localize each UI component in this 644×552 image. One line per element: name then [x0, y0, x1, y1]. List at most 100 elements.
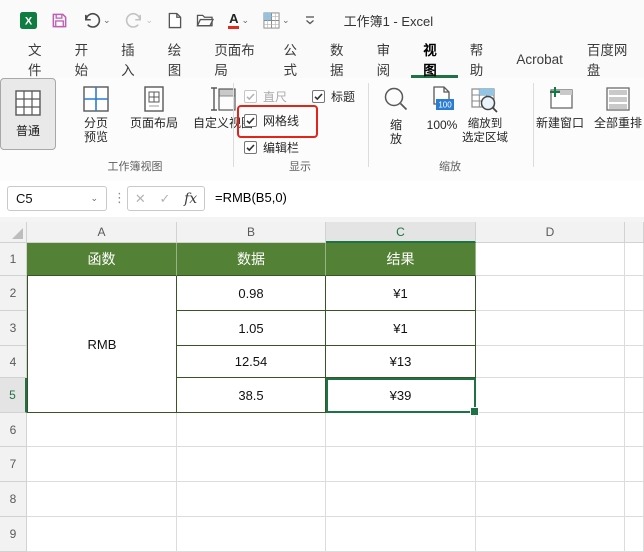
row-header-1[interactable]: 1 [0, 243, 27, 276]
cell-e9[interactable] [625, 517, 644, 552]
zoom-to-selection-button[interactable]: 缩放到 选定区域 [458, 86, 512, 146]
column-header-c[interactable]: C [326, 222, 476, 243]
row-header-2[interactable]: 2 [0, 276, 27, 311]
customize-qat-button[interactable] [304, 14, 316, 26]
group-label-workbook-views: 工作簿视图 [107, 161, 163, 173]
cell-d9[interactable] [476, 517, 625, 552]
new-file-button[interactable] [167, 12, 182, 29]
cell-b2[interactable]: 0.98 [177, 276, 326, 311]
tab-file[interactable]: 文件 [16, 40, 63, 78]
name-box-dropdown-icon[interactable]: ⌄ [90, 194, 98, 203]
tab-baidu-netdisk[interactable]: 百度网盘 [575, 40, 644, 78]
cell-a9[interactable] [27, 517, 177, 552]
undo-button[interactable]: ⌄ [82, 12, 111, 29]
cell-e7[interactable] [625, 447, 644, 482]
ribbon: 普通 分页 预览 页面布局 自定义视图 工作簿视图 直尺 标题 网格线 编辑栏 … [0, 78, 644, 182]
cancel-icon[interactable]: ✕ [135, 191, 146, 207]
column-header-d[interactable]: D [476, 222, 625, 243]
cell-e8[interactable] [625, 482, 644, 517]
font-color-button[interactable]: A ⌄ [228, 12, 249, 29]
row-header-6[interactable]: 6 [0, 413, 27, 447]
tab-help[interactable]: 帮助 [458, 40, 505, 78]
tab-data[interactable]: 数据 [318, 40, 365, 78]
row-header-5[interactable]: 5 [0, 378, 27, 413]
new-window-icon [550, 87, 573, 109]
borders-dropdown-icon[interactable]: ⌄ [282, 15, 290, 25]
cell-a2-a5-merged[interactable]: RMB [27, 276, 177, 413]
cell-b4[interactable]: 12.54 [177, 346, 326, 378]
arrange-all-button[interactable]: 全部重排 [590, 86, 644, 130]
cell-d3[interactable] [476, 311, 625, 346]
page-layout-view-button[interactable]: 页面布局 [122, 86, 186, 130]
zoom-button[interactable]: 缩放 [377, 86, 415, 147]
tab-formulas[interactable]: 公式 [271, 40, 318, 78]
cell-e2[interactable] [625, 276, 644, 311]
cell-d2[interactable] [476, 276, 625, 311]
cell-a1[interactable]: 函数 [27, 243, 177, 276]
cell-c8[interactable] [326, 482, 476, 517]
font-color-dropdown-icon[interactable]: ⌄ [241, 15, 249, 25]
cell-e1[interactable] [625, 243, 644, 276]
cell-d7[interactable] [476, 447, 625, 482]
cell-b1[interactable]: 数据 [177, 243, 326, 276]
cell-d8[interactable] [476, 482, 625, 517]
cell-c4[interactable]: ¥13 [326, 346, 476, 378]
borders-button[interactable]: ⌄ [263, 11, 290, 29]
insert-function-icon[interactable]: fx [184, 191, 197, 207]
page-layout-view-icon [144, 86, 164, 112]
tab-review[interactable]: 审阅 [365, 40, 412, 78]
red-highlight-box [237, 105, 318, 138]
open-file-button[interactable] [196, 13, 215, 28]
tab-acrobat[interactable]: Acrobat [504, 40, 575, 78]
cell-c5-selected[interactable]: ¥39 [326, 378, 476, 413]
enter-icon[interactable]: ✓ [159, 191, 170, 207]
cell-b8[interactable] [177, 482, 326, 517]
cell-b3[interactable]: 1.05 [177, 311, 326, 346]
select-all-corner[interactable] [0, 222, 27, 243]
cell-e5[interactable] [625, 378, 644, 413]
cell-c1[interactable]: 结果 [326, 243, 476, 276]
tab-page-layout[interactable]: 页面布局 [202, 40, 271, 78]
cell-c6[interactable] [326, 413, 476, 447]
row-header-7[interactable]: 7 [0, 447, 27, 482]
tab-draw[interactable]: 绘图 [156, 40, 203, 78]
cell-d4[interactable] [476, 346, 625, 378]
formula-input[interactable]: =RMB(B5,0) [215, 190, 287, 205]
cell-d6[interactable] [476, 413, 625, 447]
cell-b9[interactable] [177, 517, 326, 552]
cell-a6[interactable] [27, 413, 177, 447]
tab-view[interactable]: 视图 [411, 40, 458, 78]
cell-c9[interactable] [326, 517, 476, 552]
column-header-e[interactable] [625, 222, 644, 243]
new-window-button[interactable]: 新建窗口 [532, 86, 588, 130]
headings-checkbox[interactable]: 标题 [312, 88, 355, 105]
row-header-4[interactable]: 4 [0, 346, 27, 378]
cell-d5[interactable] [476, 378, 625, 413]
row-header-3[interactable]: 3 [0, 311, 27, 346]
cell-c2[interactable]: ¥1 [326, 276, 476, 311]
column-header-b[interactable]: B [177, 222, 326, 243]
row-header-9[interactable]: 9 [0, 517, 27, 552]
tab-home[interactable]: 开始 [63, 40, 110, 78]
cell-e3[interactable] [625, 311, 644, 346]
cell-b6[interactable] [177, 413, 326, 447]
tab-insert[interactable]: 插入 [109, 40, 156, 78]
cell-a8[interactable] [27, 482, 177, 517]
row-header-8[interactable]: 8 [0, 482, 27, 517]
ribbon-separator [368, 83, 369, 167]
cell-e4[interactable] [625, 346, 644, 378]
cell-d1[interactable] [476, 243, 625, 276]
cell-a7[interactable] [27, 447, 177, 482]
save-button[interactable] [51, 12, 68, 29]
cell-e6[interactable] [625, 413, 644, 447]
cell-b5[interactable]: 38.5 [177, 378, 326, 413]
undo-dropdown-icon[interactable]: ⌄ [103, 15, 111, 25]
cell-c7[interactable] [326, 447, 476, 482]
cell-b7[interactable] [177, 447, 326, 482]
normal-view-button[interactable]: 普通 [0, 78, 56, 150]
formula-bar-checkbox[interactable]: 编辑栏 [244, 139, 299, 156]
cell-c3[interactable]: ¥1 [326, 311, 476, 346]
name-box[interactable]: C5 ⌄ [7, 186, 107, 211]
page-break-preview-button[interactable]: 分页 预览 [70, 86, 122, 145]
column-header-a[interactable]: A [27, 222, 177, 243]
